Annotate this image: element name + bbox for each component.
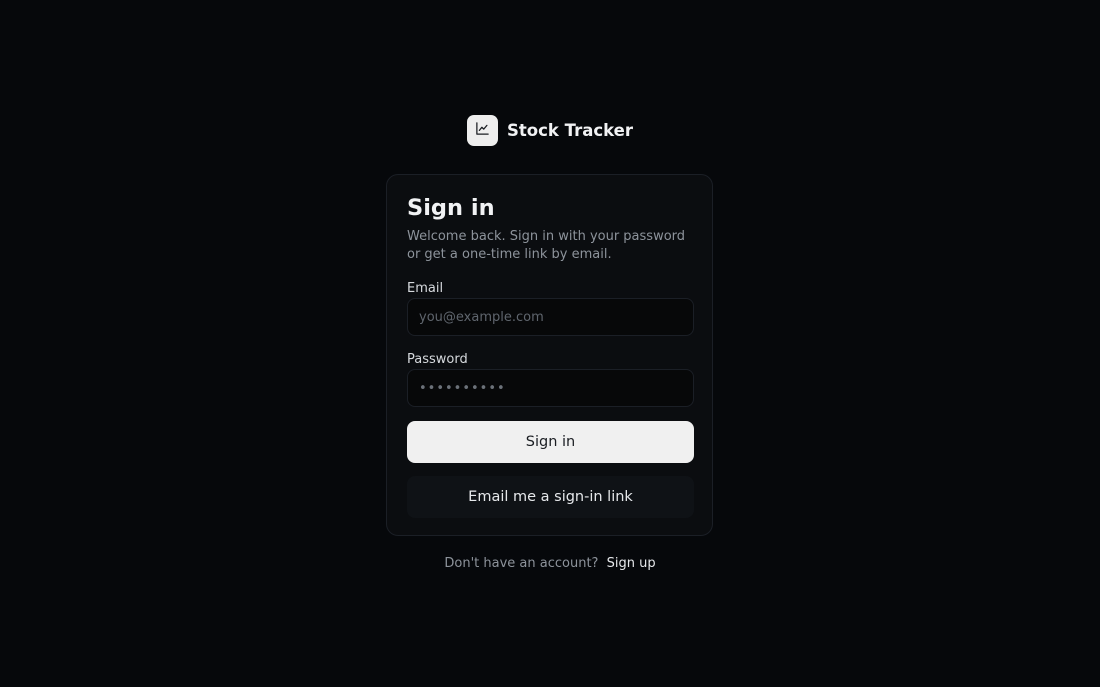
page-subtitle: Welcome back. Sign in with your password… bbox=[407, 229, 686, 262]
sign-up-prompt-text: Don't have an account? bbox=[444, 556, 599, 571]
email-label: Email bbox=[407, 281, 444, 296]
page-title: Sign in bbox=[407, 195, 495, 221]
line-chart-icon bbox=[475, 121, 490, 140]
app-name: Stock Tracker bbox=[507, 121, 633, 140]
sign-up-link[interactable]: Sign up bbox=[607, 556, 656, 571]
email-field[interactable] bbox=[407, 298, 694, 336]
sign-up-prompt: Don't have an account? Sign up bbox=[0, 556, 1100, 571]
sign-in-card: Sign in Welcome back. Sign in with your … bbox=[386, 174, 713, 536]
sign-in-button[interactable]: Sign in bbox=[407, 421, 694, 463]
password-field[interactable] bbox=[407, 369, 694, 407]
brand-header: Stock Tracker bbox=[0, 115, 1100, 146]
password-label: Password bbox=[407, 352, 468, 367]
magic-link-button[interactable]: Email me a sign-in link bbox=[407, 476, 694, 518]
logo bbox=[467, 115, 499, 146]
